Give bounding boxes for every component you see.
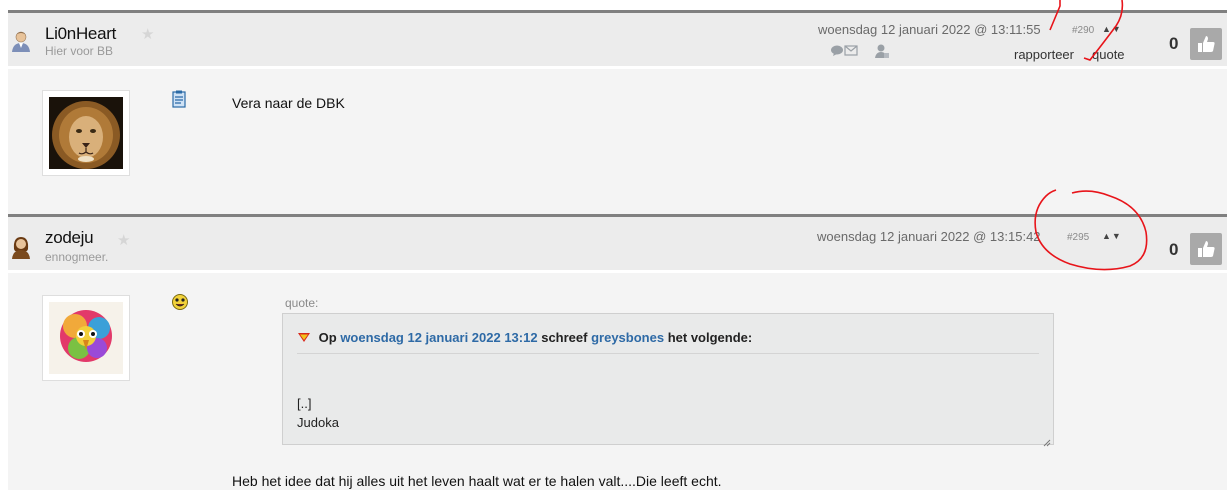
post-text: Vera naar de DBK [232,95,345,111]
like-button[interactable] [1190,233,1222,265]
user-subtitle: ennogmeer. [45,250,109,264]
quote-date-link[interactable]: woensdag 12 januari 2022 13:12 [340,330,537,345]
quote-divider [297,353,1039,354]
post-number-link[interactable]: #295 [1067,232,1089,243]
vote-count: 0 [1169,240,1179,259]
quote-middle: schreef [541,330,588,345]
post-body: quote: Op woensdag 12 januari 2022 13:12… [8,273,1227,490]
star-icon[interactable]: ★ [117,231,130,249]
quote-link[interactable]: quote [1092,47,1125,62]
document-mood-icon [172,90,186,113]
post-timestamp: woensdag 12 januari 2022 @ 13:11:55 [818,22,1041,37]
star-icon[interactable]: ★ [141,25,154,43]
smiley-mood-icon [171,293,189,316]
quote-suffix: het volgende: [667,330,753,345]
superman-icon [297,331,311,346]
post-header: Li0nHeart ★ Hier voor BB woensdag 12 jan… [8,10,1227,66]
user-subtitle: Hier voor BB [45,44,114,58]
username[interactable]: Li0nHeart [45,24,116,44]
post-timestamp: woensdag 12 januari 2022 @ 13:15:42 [817,229,1041,244]
thumbs-up-icon [1198,36,1215,52]
quote-line: Judoka [297,415,339,430]
user-profile-icon[interactable] [874,43,890,62]
username[interactable]: zodeju [45,228,94,248]
quote-line: [..] [297,396,312,411]
male-user-icon [10,29,32,53]
quote-header: Op woensdag 12 januari 2022 13:12 schree… [297,330,752,346]
quote-label: quote: [285,296,319,310]
thumbs-up-icon [1198,241,1215,257]
private-message-icon[interactable] [830,45,860,60]
vote-count: 0 [1169,34,1179,53]
report-link[interactable]: rapporteer [1014,47,1074,62]
resize-grip-icon[interactable] [1043,434,1051,447]
post-body: Vera naar de DBK [8,69,1227,215]
female-user-icon [10,235,32,259]
lion-avatar[interactable] [42,90,130,176]
quote-box: Op woensdag 12 januari 2022 13:12 schree… [282,313,1054,447]
post-header: zodeju ★ ennogmeer. woensdag 12 januari … [8,214,1227,270]
colorful-bird-avatar[interactable] [42,295,130,381]
sort-arrows-icon[interactable]: ▲▼ [1102,24,1122,34]
post-number-link[interactable]: #290 [1072,25,1094,36]
quote-prefix: Op [318,330,337,345]
sort-arrows-icon[interactable]: ▲▼ [1102,231,1122,241]
like-button[interactable] [1190,28,1222,60]
post-text: Heb het idee dat hij alles uit het leven… [232,473,722,489]
quote-author-link[interactable]: greysbones [591,330,664,345]
